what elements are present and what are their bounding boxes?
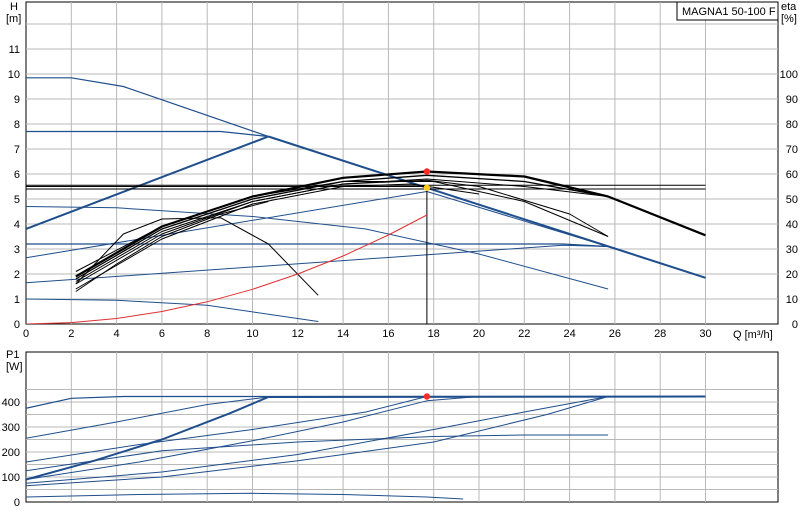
power-operating-point-marker (423, 393, 431, 400)
pump-curve-figure: 0 2 4 6 8 10 12 14 16 18 20 22 24 26 28 300123456789101… (2, 1, 798, 509)
y-right-axis-label: eta (781, 1, 797, 13)
bottom-y-tick-label: 400 (2, 397, 20, 409)
y-tick-label: 9 (14, 94, 20, 106)
y-tick-label: 5 (14, 194, 20, 206)
y-right-tick-label: 10 (786, 294, 798, 306)
chart-title: MAGNA1 50-100 F (682, 6, 776, 18)
y-tick-label: 10 (8, 69, 20, 81)
x-axis-label: Q [m³/h] (733, 329, 773, 341)
x-tick-label: 8 (204, 328, 210, 340)
y-tick-label: 11 (9, 44, 20, 56)
x-tick-label: 2 (68, 328, 74, 340)
x-tick-label: 30 (699, 328, 711, 340)
x-tick-label: 0 (23, 328, 29, 340)
y-right-tick-label: 50 (786, 194, 798, 206)
y-tick-label: 7 (14, 144, 20, 156)
x-tick-label: 4 (114, 328, 120, 340)
x-tick-label: 14 (337, 328, 349, 340)
x-tick-label: 18 (428, 328, 440, 340)
y-tick-label: 6 (14, 169, 20, 181)
x-tick-label: 20 (473, 328, 485, 340)
y-axis-unit: [m] (6, 13, 21, 25)
y-axis-label: H (10, 1, 18, 13)
bottom-y-tick-label: 100 (2, 472, 20, 484)
y-right-tick-label: 30 (786, 244, 798, 256)
y-tick-label: 0 (14, 319, 20, 331)
x-tick-label: 6 (159, 328, 165, 340)
x-tick-label: 26 (609, 328, 621, 340)
top-plot-frame (25, 1, 779, 325)
y-tick-label: 1 (14, 294, 20, 306)
y-right-tick-label: 0 (792, 319, 798, 331)
y-tick-label: 3 (14, 244, 20, 256)
x-tick-label: 16 (382, 328, 394, 340)
y-tick-label: 4 (14, 219, 20, 231)
x-tick-label: 24 (563, 328, 575, 340)
y-right-axis-unit: [%] (781, 13, 797, 25)
y-right-tick-label: 60 (786, 169, 798, 181)
y-tick-label: 2 (14, 269, 20, 281)
x-tick-label: 28 (654, 328, 666, 340)
y-right-tick-label: 40 (786, 219, 798, 231)
bottom-y-tick-label: 0 (14, 497, 20, 509)
bottom-y-tick-label: 200 (2, 447, 20, 459)
x-tick-label: 22 (518, 328, 530, 340)
x-tick-label: 10 (246, 328, 258, 340)
bottom-y-axis-label: P1 (6, 349, 19, 361)
operating-point-marker (423, 184, 431, 191)
bottom-y-axis-unit: [W] (6, 361, 23, 373)
y-right-tick-label: 20 (786, 269, 798, 281)
head-efficiency-chart: 0 2 4 6 8 10 12 14 16 18 20 22 24 26 28 300123456789101… (6, 1, 798, 341)
bottom-y-tick-label: 300 (2, 422, 20, 434)
y-right-tick-label: 80 (786, 119, 798, 131)
y-right-tick-label: 100 (780, 69, 798, 81)
y-tick-label: 8 (14, 119, 20, 131)
x-tick-label: 12 (292, 328, 304, 340)
power-chart: 0 100 200 300 400 P1[W] (2, 349, 779, 509)
operating-point-marker (423, 168, 431, 175)
y-right-tick-label: 90 (786, 94, 798, 106)
y-right-tick-label: 70 (786, 144, 798, 156)
